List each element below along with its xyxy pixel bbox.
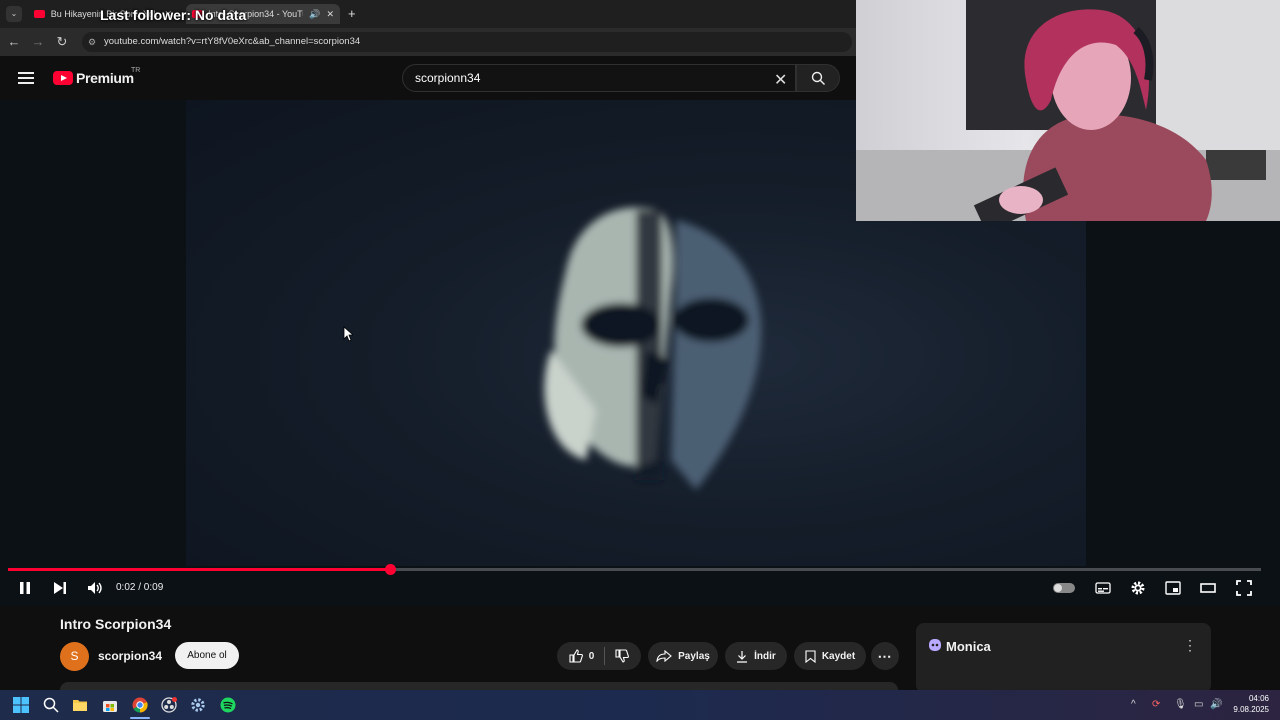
pill-divider <box>604 647 606 665</box>
progress-scrubber[interactable] <box>385 564 397 575</box>
tray-volume-icon[interactable]: 🔊 <box>1210 699 1222 710</box>
more-actions-button[interactable]: ⋯ <box>871 642 899 670</box>
channel-name[interactable]: scorpion34 <box>98 649 162 663</box>
youtube-logo[interactable]: Premium <box>53 70 134 86</box>
video-info-section: Intro Scorpion34 S scorpion34 Abone ol 0… <box>0 606 1280 693</box>
tab-search-icon[interactable]: ⌄ <box>6 6 22 22</box>
more-horizontal-icon: ⋯ <box>877 647 893 664</box>
audio-icon[interactable]: 🔊 <box>309 9 320 20</box>
tray-overflow-icon[interactable]: ^ <box>1131 699 1136 710</box>
menu-icon[interactable] <box>18 72 34 84</box>
file-explorer-icon[interactable] <box>72 697 88 713</box>
like-dislike-group: 0 <box>557 642 641 670</box>
video-title: Intro Scorpion34 <box>60 616 172 632</box>
progress-fill <box>8 568 391 571</box>
logo-text: Premium <box>76 70 134 86</box>
close-tab-icon[interactable]: ✕ <box>326 9 334 20</box>
clear-search-icon[interactable]: ✕ <box>774 70 787 90</box>
site-info-icon[interactable]: ⚙ <box>88 32 96 52</box>
url-text: youtube.com/watch?v=rtY8fV0eXrc&ab_chann… <box>104 36 361 47</box>
share-button[interactable]: Paylaş <box>648 642 718 670</box>
monica-logo-icon <box>929 639 941 651</box>
webcam-overlay <box>856 0 1280 221</box>
channel-avatar[interactable]: S <box>60 642 89 671</box>
search-button[interactable] <box>796 64 840 92</box>
taskbar-clock[interactable]: 04:06 9.08.2025 <box>1229 693 1269 715</box>
settings-gear-icon[interactable] <box>1130 580 1146 596</box>
save-button[interactable]: Kaydet <box>794 642 866 670</box>
settings-app-icon[interactable] <box>190 697 206 713</box>
subscribe-button[interactable]: Abone ol <box>175 642 239 669</box>
stream-overlay-last-follower: Last follower: No data <box>100 7 247 23</box>
like-count: 0 <box>588 650 595 662</box>
autoplay-knob <box>1054 584 1062 592</box>
bookmark-icon <box>805 649 816 663</box>
more-vertical-icon[interactable]: ⋮ <box>1183 637 1197 654</box>
thumbs-up-icon <box>569 649 583 663</box>
share-label: Paylaş <box>678 650 710 662</box>
chrome-icon[interactable] <box>132 697 148 713</box>
webcam-person-image <box>856 0 1280 221</box>
windows-start-icon[interactable] <box>13 697 29 713</box>
tray-microphone-icon[interactable]: 🎙 <box>1174 699 1187 710</box>
address-bar: ← → ↻ ⚙ youtube.com/watch?v=rtY8fV0eXrc&… <box>0 28 856 56</box>
youtube-header: Premium TR scorpionn34 ✕ <box>0 56 856 100</box>
download-icon <box>737 650 748 663</box>
new-tab-icon[interactable]: + <box>348 6 356 21</box>
back-icon[interactable]: ← <box>6 34 22 49</box>
country-badge: TR <box>131 67 141 74</box>
store-icon[interactable] <box>102 697 118 713</box>
theater-mode-icon[interactable] <box>1200 581 1216 595</box>
download-button[interactable]: İndir <box>725 642 787 670</box>
time-display: 0:02 / 0:09 <box>116 582 164 593</box>
subtitles-icon[interactable] <box>1095 581 1111 595</box>
volume-icon[interactable] <box>87 581 103 595</box>
windows-taskbar: ^ ⟳ 🎙 ▭ 🔊 04:06 9.08.2025 <box>0 690 1280 720</box>
fullscreen-icon[interactable] <box>1236 580 1252 596</box>
obs-icon[interactable] <box>161 697 177 713</box>
pause-icon[interactable] <box>18 581 32 595</box>
spotify-icon[interactable] <box>220 697 236 713</box>
youtube-play-icon <box>53 71 73 85</box>
share-icon <box>656 650 672 662</box>
progress-bar[interactable] <box>8 564 1261 575</box>
reload-icon[interactable]: ↻ <box>54 34 70 50</box>
taskbar-search-icon[interactable] <box>43 697 59 713</box>
search-input[interactable]: scorpionn34 <box>402 64 796 92</box>
url-field[interactable]: ⚙ youtube.com/watch?v=rtY8fV0eXrc&ab_cha… <box>82 32 852 52</box>
tray-network-icon[interactable]: ▭ <box>1194 699 1203 710</box>
next-icon[interactable] <box>53 581 67 595</box>
autoplay-toggle[interactable] <box>1053 583 1075 593</box>
youtube-favicon-icon <box>34 10 45 18</box>
clock-time: 04:06 <box>1248 694 1269 703</box>
monica-panel <box>916 623 1211 693</box>
forward-icon[interactable]: → <box>30 34 46 49</box>
search-icon <box>811 71 825 85</box>
clock-date: 9.08.2025 <box>1233 705 1269 714</box>
active-app-indicator <box>130 717 150 719</box>
tray-sync-icon[interactable]: ⟳ <box>1152 699 1160 710</box>
mouse-cursor-icon <box>343 326 353 342</box>
save-label: Kaydet <box>821 650 856 662</box>
thumbs-down-icon[interactable] <box>615 649 630 663</box>
download-label: İndir <box>754 650 776 662</box>
miniplayer-icon[interactable] <box>1165 581 1181 595</box>
like-button[interactable]: 0 <box>569 649 595 663</box>
skull-mask-image <box>544 207 762 490</box>
monica-title: Monica <box>946 639 991 654</box>
